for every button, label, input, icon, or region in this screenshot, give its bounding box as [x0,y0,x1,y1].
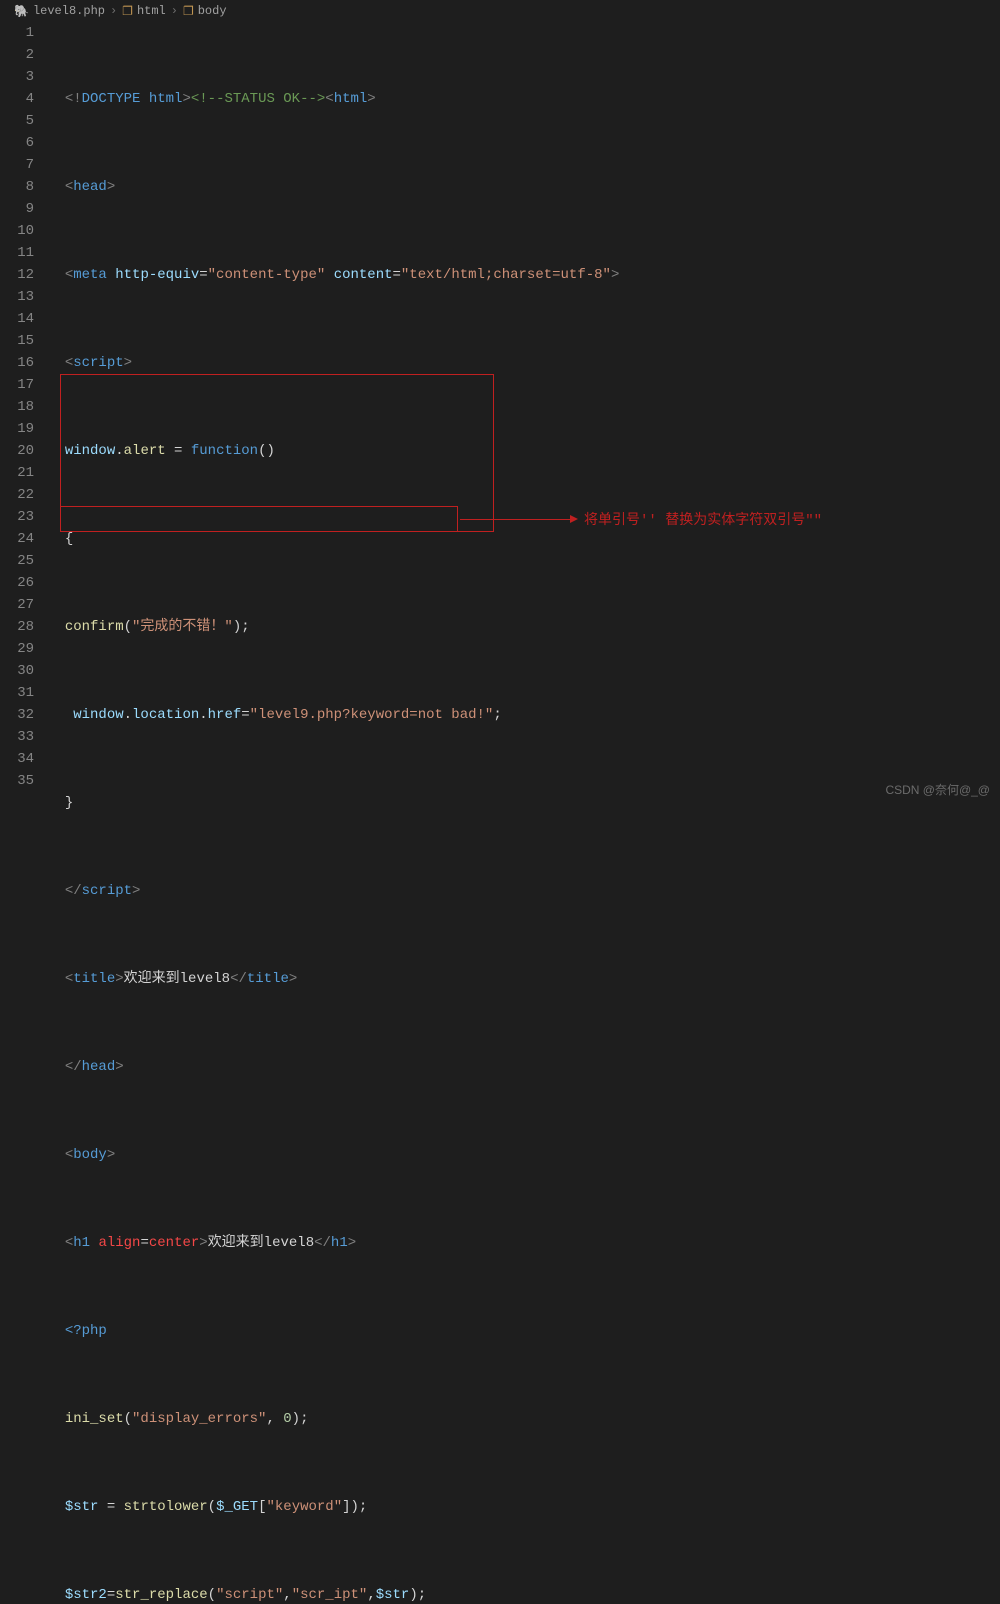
line-number: 34 [0,748,34,770]
line-number: 17 [0,374,34,396]
line-number: 25 [0,550,34,572]
code-area[interactable]: <!DOCTYPE html><!--STATUS OK--><html> <h… [48,22,1000,802]
line-number: 27 [0,594,34,616]
code-line[interactable]: { [48,528,1000,550]
code-line[interactable]: window.location.href="level9.php?keyword… [48,704,1000,726]
line-number: 6 [0,132,34,154]
code-line[interactable]: window.alert = function() [48,440,1000,462]
line-number: 22 [0,484,34,506]
line-number: 19 [0,418,34,440]
breadcrumb-seg[interactable]: html [137,4,166,18]
code-line[interactable]: confirm("完成的不错！"); [48,616,1000,638]
code-line[interactable]: </head> [48,1056,1000,1078]
code-line[interactable]: <body> [48,1144,1000,1166]
line-number: 32 [0,704,34,726]
line-number: 28 [0,616,34,638]
line-number: 18 [0,396,34,418]
line-number: 9 [0,198,34,220]
line-number: 10 [0,220,34,242]
line-number: 2 [0,44,34,66]
line-number: 23 [0,506,34,528]
line-number: 29 [0,638,34,660]
line-number: 26 [0,572,34,594]
line-number: 1 [0,22,34,44]
annotation-arrow [460,519,572,520]
chevron-icon: › [110,4,117,18]
line-number: 24 [0,528,34,550]
line-number: 16 [0,352,34,374]
breadcrumb-file[interactable]: level8.php [33,4,105,18]
code-line[interactable]: <script> [48,352,1000,374]
symbol-icon: ❐ [122,4,133,19]
line-number: 30 [0,660,34,682]
line-number: 5 [0,110,34,132]
line-number: 33 [0,726,34,748]
breadcrumb-seg[interactable]: body [198,4,227,18]
line-number: 11 [0,242,34,264]
code-line[interactable]: <meta http-equiv="content-type" content=… [48,264,1000,286]
code-line[interactable]: <?php [48,1320,1000,1342]
line-number: 8 [0,176,34,198]
code-line[interactable]: <!DOCTYPE html><!--STATUS OK--><html> [48,88,1000,110]
code-line[interactable]: $str2=str_replace("script","scr_ipt",$st… [48,1584,1000,1604]
line-number: 20 [0,440,34,462]
line-number: 13 [0,286,34,308]
code-line[interactable]: $str = strtolower($_GET["keyword"]); [48,1496,1000,1518]
code-line[interactable]: </script> [48,880,1000,902]
code-line[interactable]: <title>欢迎来到level8</title> [48,968,1000,990]
code-line[interactable]: <head> [48,176,1000,198]
code-line[interactable]: ini_set("display_errors", 0); [48,1408,1000,1430]
code-line[interactable]: } [48,792,1000,814]
annotation-arrow-head [570,515,578,523]
line-gutter: 1 2 3 4 5 6 7 8 9 10 11 12 13 14 15 16 1… [0,22,48,802]
line-number: 4 [0,88,34,110]
line-number: 31 [0,682,34,704]
php-file-icon: 🐘 [14,4,29,19]
line-number: 7 [0,154,34,176]
editor[interactable]: 1 2 3 4 5 6 7 8 9 10 11 12 13 14 15 16 1… [0,22,1000,802]
watermark: CSDN @奈何@_@ [885,781,990,798]
chevron-icon: › [171,4,178,18]
line-number: 3 [0,66,34,88]
line-number: 12 [0,264,34,286]
code-line[interactable]: <h1 align=center>欢迎来到level8</h1> [48,1232,1000,1254]
breadcrumb: 🐘 level8.php › ❐ html › ❐ body [0,0,1000,22]
symbol-icon: ❐ [183,4,194,19]
line-number: 14 [0,308,34,330]
line-number: 21 [0,462,34,484]
line-number: 15 [0,330,34,352]
line-number: 35 [0,770,34,792]
annotation-text: 将单引号'' 替换为实体字符双引号"" [584,510,822,532]
